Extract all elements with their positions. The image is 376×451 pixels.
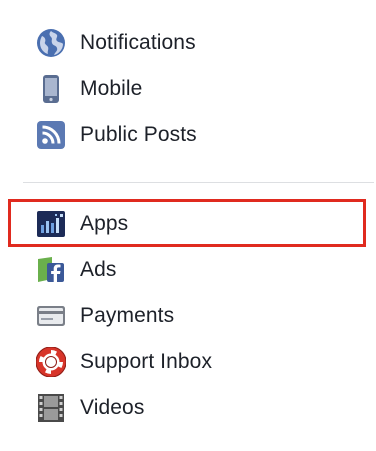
menu-item-label: Videos (80, 396, 145, 419)
globe-icon (36, 28, 66, 58)
film-icon (36, 393, 66, 423)
menu-item-label: Notifications (80, 31, 196, 54)
menu-item-label: Mobile (80, 77, 143, 100)
menu-item-label: Public Posts (80, 123, 197, 146)
mobile-phone-icon (36, 74, 66, 104)
menu-item-ads[interactable]: Ads (36, 255, 356, 285)
facebook-ads-icon (36, 255, 66, 285)
credit-card-icon (36, 301, 66, 331)
menu-item-payments[interactable]: Payments (36, 301, 356, 331)
menu-item-mobile[interactable]: Mobile (36, 74, 356, 104)
menu-item-label: Apps (80, 212, 129, 235)
menu-divider (23, 182, 374, 183)
menu-item-notifications[interactable]: Notifications (36, 28, 356, 58)
menu-item-label: Support Inbox (80, 350, 213, 373)
menu-item-label: Ads (80, 258, 117, 281)
rss-icon (36, 120, 66, 150)
settings-menu: Notifications Mobile Public Posts Apps A… (0, 0, 376, 451)
lifebuoy-icon (36, 347, 66, 377)
menu-item-public-posts[interactable]: Public Posts (36, 120, 356, 150)
apps-icon (36, 209, 66, 239)
menu-item-support-inbox[interactable]: Support Inbox (36, 347, 356, 377)
menu-item-videos[interactable]: Videos (36, 393, 356, 423)
menu-item-label: Payments (80, 304, 175, 327)
menu-item-apps[interactable]: Apps (36, 209, 356, 239)
